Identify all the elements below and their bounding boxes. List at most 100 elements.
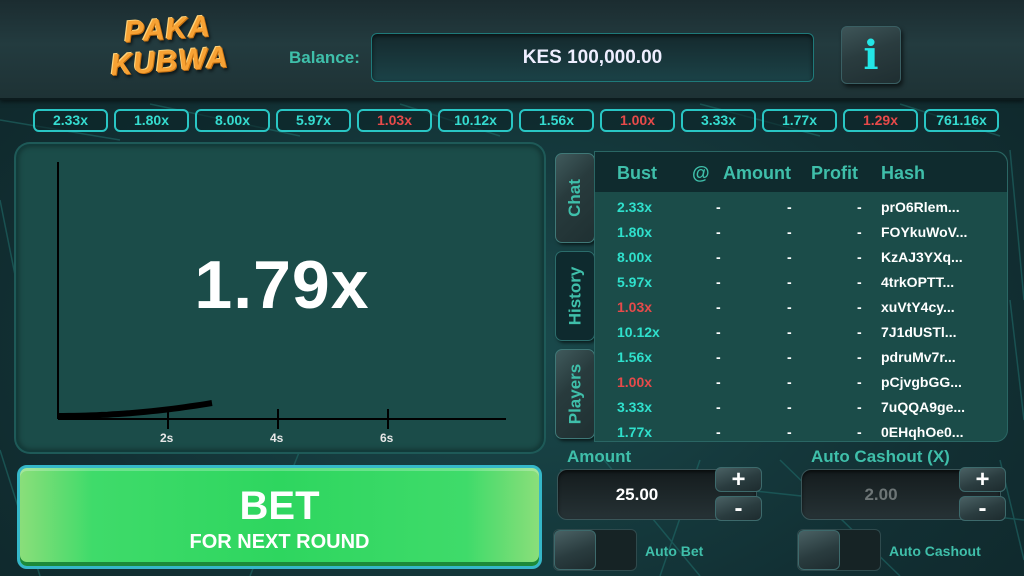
amount-label: Amount [567,447,632,466]
recent-multiplier-pill: 1.80x [114,108,189,132]
cell-profit: - [857,199,862,215]
cell-bust: 5.97x [617,274,653,290]
cell-amount: - [787,299,792,315]
cell-bust: 1.56x [617,349,653,365]
cell-hash: 4trkOPTT... [881,274,955,290]
cell-amount: - [787,424,792,440]
tab-history[interactable]: History [555,251,595,341]
cell-profit: - [857,274,862,290]
col-at: @ [692,163,710,183]
cell-bust: 1.03x [617,299,653,315]
cell-at: - [716,249,721,265]
logo: PAKA KUBWA [101,10,236,97]
cell-hash: pCjvgbGG... [881,374,962,390]
cell-profit: - [857,224,862,240]
auto-bet-toggle[interactable] [553,529,637,571]
table-row[interactable]: 1.77x - - - 0EHqhOe0... [595,420,1007,445]
cell-amount: - [787,274,792,290]
table-body: 2.33x - - - prO6Rlem... 1.80x - - - FOYkuWoV... 8.… [595,192,1007,445]
recent-multiplier-pill: 5.97x [276,108,351,132]
plus-icon: + [731,465,746,493]
cell-profit: - [857,399,862,415]
table-row[interactable]: 2.33x - - - prO6Rlem... [595,195,1007,220]
recent-multiplier-pill: 1.56x [519,108,594,132]
table-row[interactable]: 10.12x - - - 7J1dUSTl... [595,320,1007,345]
cell-profit: - [857,324,862,340]
recent-multiplier-pill: 1.00x [600,108,675,132]
col-hash: Hash [881,163,926,183]
table-row[interactable]: 1.03x - - - xuVtY4cy... [595,295,1007,320]
cell-bust: 10.12x [617,324,660,340]
cell-amount: - [787,199,792,215]
table-row[interactable]: 5.97x - - - 4trkOPTT... [595,270,1007,295]
info-button[interactable]: i [841,26,901,84]
minus-icon: - [978,494,987,522]
cell-bust: 2.33x [617,199,653,215]
balance-value: KES 100,000.00 [522,46,663,68]
minus-icon: - [734,494,743,522]
cell-amount: - [787,224,792,240]
cell-at: - [716,199,721,215]
col-amount: Amount [723,163,791,183]
recent-multiplier-pill: 8.00x [195,108,270,132]
table-row[interactable]: 1.80x - - - FOYkuWoV... [595,220,1007,245]
top-bar: PAKA KUBWA Balance: KES 100,000.00 i [0,0,1024,100]
recent-multiplier-pill: 1.29x [843,108,918,132]
cell-amount: - [787,349,792,365]
auto-cashout-increase-button[interactable]: + [959,467,1006,492]
cell-at: - [716,274,721,290]
auto-cashout-decrease-button[interactable]: - [959,496,1006,521]
table-row[interactable]: 8.00x - - - KzAJ3YXq... [595,245,1007,270]
logo-line-2: KUBWA [109,40,230,83]
cell-at: - [716,224,721,240]
recent-multiplier-pill: 10.12x [438,108,513,132]
auto-cashout-label: Auto Cashout (X) [811,447,950,466]
cell-bust: 3.33x [617,399,653,415]
current-multiplier: 1.79x [194,247,370,323]
cell-amount: - [787,374,792,390]
table-row[interactable]: 3.33x - - - 7uQQA9ge... [595,395,1007,420]
amount-value: 25.00 [615,484,659,504]
col-profit: Profit [811,163,858,183]
cell-at: - [716,324,721,340]
bet-button-sublabel: FOR NEXT ROUND [189,531,370,553]
x-tick-label: 6s [380,431,394,445]
cell-profit: - [857,374,862,390]
cell-hash: 7J1dUSTl... [881,324,957,340]
cell-bust: 8.00x [617,249,653,265]
cell-hash: 7uQQA9ge... [881,399,966,415]
col-bust: Bust [617,163,657,183]
tab-players[interactable]: Players [555,349,595,439]
bet-button[interactable]: BET FOR NEXT ROUND [17,465,542,569]
auto-cashout-value: 2.00 [864,484,898,504]
cell-profit: - [857,349,862,365]
cell-profit: - [857,424,862,440]
tab-chat[interactable]: Chat [555,153,595,243]
cell-hash: xuVtY4cy... [881,299,955,315]
auto-cashout-toggle[interactable] [797,529,881,571]
cell-amount: - [787,324,792,340]
recent-multiplier-pill: 761.16x [924,108,999,132]
auto-cashout-toggle-label: Auto Cashout [889,543,981,559]
cell-amount: - [787,249,792,265]
table-row[interactable]: 1.56x - - - pdruMv7r... [595,345,1007,370]
plus-icon: + [975,465,990,493]
x-tick-label: 4s [270,431,284,445]
auto-bet-label: Auto Bet [645,543,704,559]
multiplier-curve [58,400,213,419]
cell-hash: pdruMv7r... [881,349,956,365]
recent-multiplier-pill: 2.33x [33,108,108,132]
tab-label: Players [565,363,584,425]
amount-decrease-button[interactable]: - [715,496,762,521]
recent-multipliers-strip: 2.33x 1.80x 8.00x 5.97x 1.03x 10.12x 1.56x 1.00… [0,104,1024,136]
cell-amount: - [787,399,792,415]
toggle-knob [798,530,840,570]
x-tick-label: 2s [160,431,174,445]
toggle-knob [554,530,596,570]
cell-hash: FOYkuWoV... [881,224,968,240]
amount-increase-button[interactable]: + [715,467,762,492]
tab-label: Chat [565,179,584,217]
table-row[interactable]: 1.00x - - - pCjvgbGG... [595,370,1007,395]
cell-hash: KzAJ3YXq... [881,249,963,265]
history-table: Bust @ Amount Profit Hash 2.33x - - - prO6Rl… [594,151,1008,442]
